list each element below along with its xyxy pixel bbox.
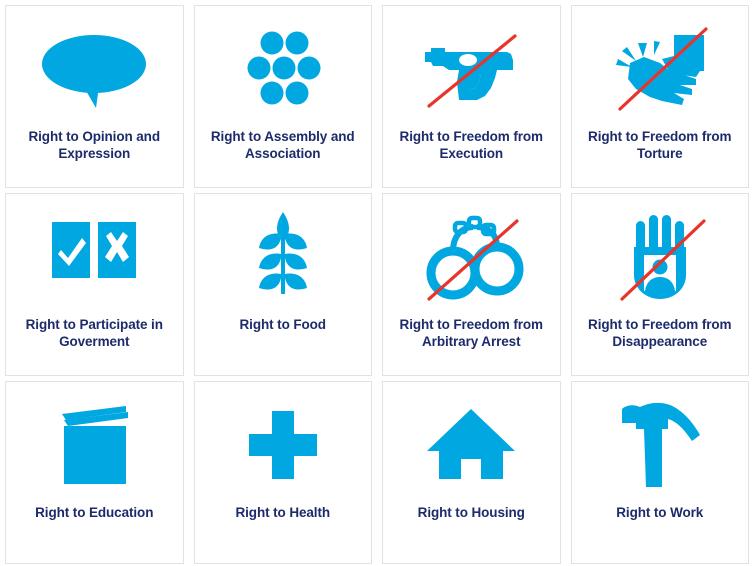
hammer-icon <box>580 386 741 504</box>
right-card-freedom-from-arbitrary-arrest[interactable]: Right to Freedom from Arbitrary Arrest <box>382 193 561 376</box>
grid-cell: Right to Work <box>566 376 754 564</box>
card-label: Right to Freedom from Execution <box>399 129 544 162</box>
right-card-food[interactable]: Right to Food <box>193 193 372 376</box>
grid-cell: Right to Freedom from Execution <box>377 0 566 188</box>
handcuffs-icon <box>391 198 552 316</box>
card-label: Right to Health <box>235 505 331 520</box>
right-card-freedom-from-disappearance[interactable]: Right to Freedom from Disappearance <box>570 193 749 376</box>
grid-cell: Right to Health <box>189 376 378 564</box>
right-card-housing[interactable]: Right to Housing <box>382 381 561 564</box>
handgun-icon <box>391 10 552 128</box>
ballot-check-and-cross-icon <box>14 198 175 316</box>
card-label: Right to Freedom from Arbitrary Arrest <box>399 317 544 350</box>
hand-with-person-icon <box>580 198 741 316</box>
right-card-freedom-from-execution[interactable]: Right to Freedom from Execution <box>382 5 561 188</box>
grid-cell: Right to Housing <box>377 376 566 564</box>
house-icon <box>391 386 552 504</box>
right-card-work[interactable]: Right to Work <box>570 381 749 564</box>
grid-cell: Right to Participate in Goverment <box>0 188 189 376</box>
grid-cell: Right to Food <box>189 188 378 376</box>
group-of-dots-icon <box>203 10 364 128</box>
rights-icon-grid: Right to Opinion and Expression Right to… <box>0 0 754 564</box>
card-label: Right to Participate in Goverment <box>25 317 163 350</box>
card-label: Right to Work <box>616 505 704 520</box>
right-card-opinion-expression[interactable]: Right to Opinion and Expression <box>5 5 184 188</box>
grid-cell: Right to Opinion and Expression <box>0 0 189 188</box>
right-card-freedom-from-torture[interactable]: Right to Freedom from Torture <box>570 5 749 188</box>
speech-bubble-icon <box>14 10 175 128</box>
card-label: Right to Education <box>35 505 154 520</box>
card-label: Right to Freedom from Disappearance <box>588 317 732 350</box>
grid-cell: Right to Education <box>0 376 189 564</box>
hand-striking-hand-icon <box>580 10 741 128</box>
right-card-education[interactable]: Right to Education <box>5 381 184 564</box>
medical-cross-icon <box>203 386 364 504</box>
card-label: Right to Housing <box>417 505 525 520</box>
card-label: Right to Opinion and Expression <box>28 129 161 162</box>
card-label: Right to Assembly and Association <box>210 129 355 162</box>
grid-cell: Right to Freedom from Arbitrary Arrest <box>377 188 566 376</box>
wheat-stalk-icon <box>203 198 364 316</box>
right-card-assembly-association[interactable]: Right to Assembly and Association <box>193 5 372 188</box>
grid-cell: Right to Freedom from Torture <box>566 0 754 188</box>
card-label: Right to Freedom from Torture <box>588 129 732 162</box>
book-icon <box>14 386 175 504</box>
grid-cell: Right to Freedom from Disappearance <box>566 188 754 376</box>
right-card-participate-in-government[interactable]: Right to Participate in Goverment <box>5 193 184 376</box>
right-card-health[interactable]: Right to Health <box>193 381 372 564</box>
grid-cell: Right to Assembly and Association <box>189 0 378 188</box>
card-label: Right to Food <box>239 317 327 332</box>
